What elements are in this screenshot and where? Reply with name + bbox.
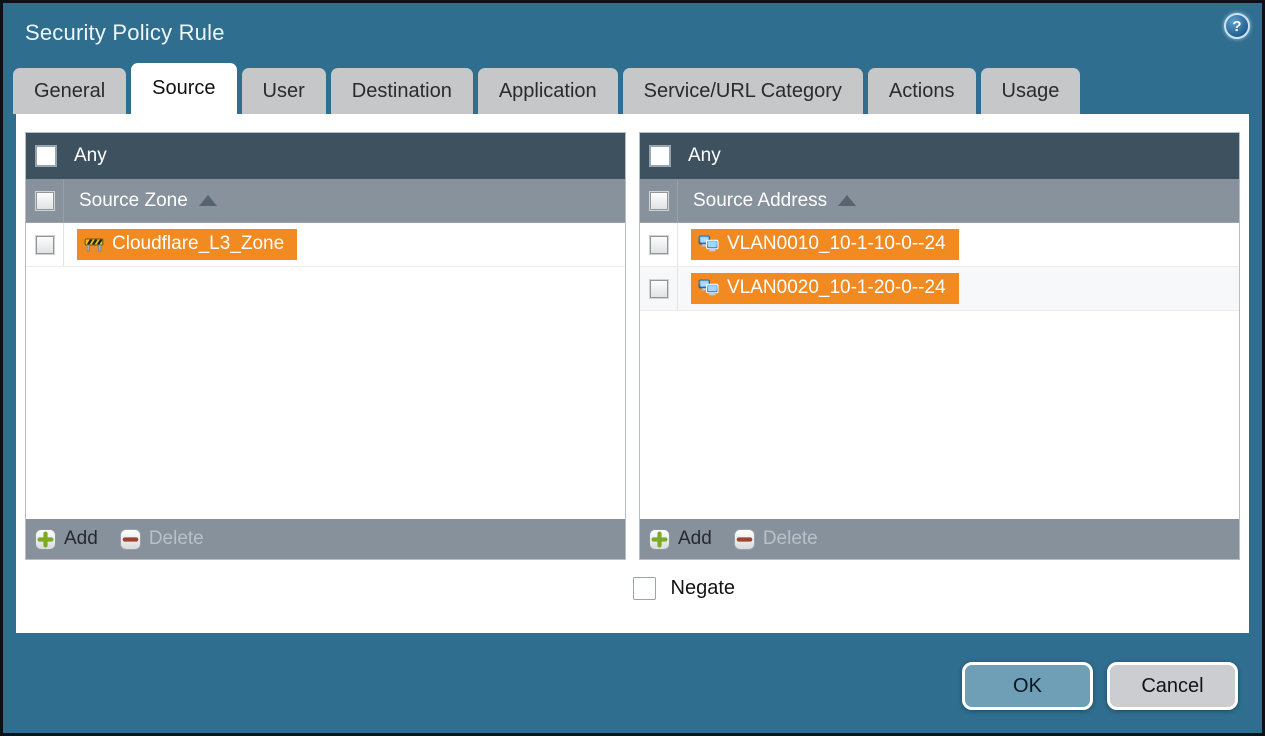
source-zone-footer: Add Delete (26, 519, 625, 559)
add-icon (35, 528, 56, 550)
tab-source[interactable]: Source (131, 63, 237, 114)
row-checkbox[interactable] (649, 235, 668, 254)
address-icon (698, 279, 719, 296)
tab-service-url-category[interactable]: Service/URL Category (622, 68, 863, 114)
ok-button[interactable]: OK (962, 662, 1093, 710)
source-address-any-bar: Any (640, 133, 1239, 179)
source-zone-column-header[interactable]: Source Zone (26, 179, 625, 223)
add-button[interactable]: Add (35, 528, 98, 550)
sort-ascending-icon (838, 195, 857, 206)
source-zone-column-label: Source Zone (79, 189, 188, 211)
source-zone-any-checkbox[interactable] (35, 145, 57, 167)
row-checkbox[interactable] (35, 235, 54, 254)
delete-icon (733, 528, 755, 550)
dialog-action-buttons: OK Cancel (962, 662, 1238, 710)
table-row[interactable]: VLAN0010_10-1-10-0--24 (640, 223, 1239, 267)
delete-button[interactable]: Delete (733, 528, 818, 550)
tab-general[interactable]: General (13, 68, 127, 114)
zone-object-label: Cloudflare_L3_Zone (112, 233, 285, 254)
row-checkbox[interactable] (649, 279, 668, 298)
source-address-list: VLAN0010_10-1-10-0--24 VLAN0020_10-1-20-… (640, 223, 1239, 519)
zone-icon (84, 236, 104, 252)
source-zone-any-bar: Any (26, 133, 625, 179)
tab-actions[interactable]: Actions (867, 68, 976, 114)
delete-icon (119, 528, 141, 550)
address-object-label: VLAN0010_10-1-10-0--24 (727, 233, 946, 254)
tab-destination[interactable]: Destination (330, 68, 473, 114)
negate-label: Negate (670, 577, 736, 599)
tab-bar: General Source User Destination Applicat… (3, 63, 1262, 114)
negate-checkbox[interactable] (632, 577, 656, 600)
tab-user[interactable]: User (241, 68, 326, 114)
dialog-title: Security Policy Rule (25, 20, 225, 45)
source-address-select-all-checkbox[interactable] (649, 191, 668, 210)
dialog-titlebar: Security Policy Rule ? (3, 3, 1262, 63)
table-row[interactable]: VLAN0020_10-1-20-0--24 (640, 267, 1239, 311)
source-address-column-header[interactable]: Source Address (640, 179, 1239, 223)
tab-usage[interactable]: Usage (980, 68, 1081, 114)
source-zone-panel: Any Source Zone Cloudflare_L3_Zone Add D… (25, 132, 626, 560)
source-address-panel: Any Source Address VLAN0010_10-1-10-0--2… (639, 132, 1240, 560)
cancel-button[interactable]: Cancel (1107, 662, 1238, 710)
security-policy-rule-dialog: Security Policy Rule ? General Source Us… (0, 0, 1265, 736)
source-zone-select-all-checkbox[interactable] (35, 191, 54, 210)
add-button[interactable]: Add (649, 528, 712, 550)
source-zone-list: Cloudflare_L3_Zone (26, 223, 625, 519)
source-tab-content: Any Source Zone Cloudflare_L3_Zone Add D… (16, 114, 1249, 633)
source-address-any-checkbox[interactable] (649, 145, 671, 167)
add-icon (649, 528, 670, 550)
address-object-chip: VLAN0010_10-1-10-0--24 (691, 229, 959, 260)
zone-object-chip: Cloudflare_L3_Zone (77, 229, 298, 260)
tab-application[interactable]: Application (477, 68, 618, 114)
negate-row: Negate (632, 577, 1241, 600)
address-icon (698, 235, 719, 252)
source-address-column-label: Source Address (693, 189, 828, 211)
sort-ascending-icon (198, 195, 217, 206)
source-address-any-label: Any (688, 145, 721, 166)
table-row[interactable]: Cloudflare_L3_Zone (26, 223, 625, 267)
help-icon[interactable]: ? (1224, 13, 1250, 39)
source-address-footer: Add Delete (640, 519, 1239, 559)
address-object-label: VLAN0020_10-1-20-0--24 (727, 277, 946, 298)
source-zone-any-label: Any (74, 145, 107, 166)
delete-button[interactable]: Delete (119, 528, 204, 550)
address-object-chip: VLAN0020_10-1-20-0--24 (691, 273, 959, 304)
